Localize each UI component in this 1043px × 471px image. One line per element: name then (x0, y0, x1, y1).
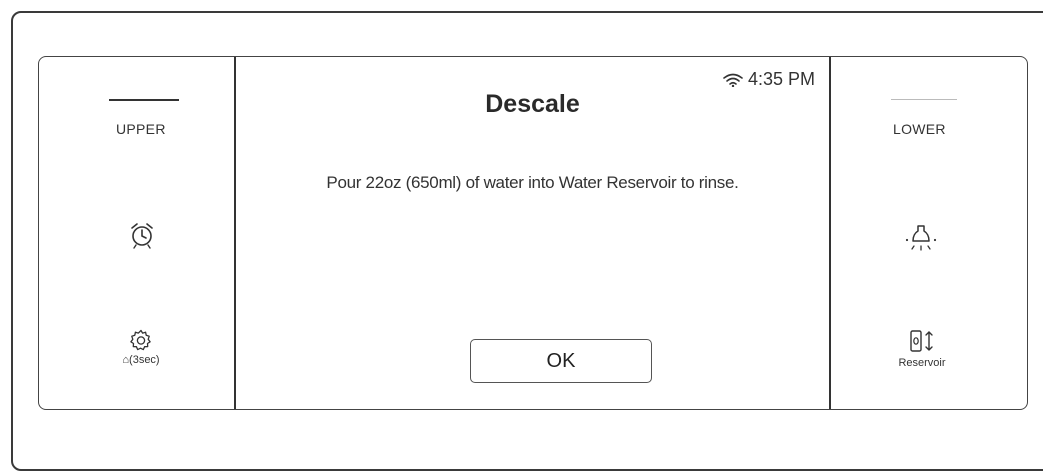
settings-button[interactable]: ⌂(3sec) (111, 323, 171, 371)
lower-indicator-line (891, 99, 957, 100)
lower-mode-button[interactable]: LOWER (893, 121, 946, 137)
alarm-button[interactable] (127, 220, 157, 250)
ok-button[interactable]: OK (470, 339, 652, 383)
lower-controls: LOWER Reservoir (831, 57, 1027, 409)
alarm-clock-icon (131, 223, 153, 249)
upper-controls: UPPER ⌂(3sec) (39, 57, 234, 409)
instruction-message: Pour 22oz (650ml) of water into Water Re… (326, 173, 739, 192)
reservoir-button[interactable]: Reservoir (886, 323, 958, 375)
wifi-icon (723, 73, 743, 87)
upper-indicator-line (109, 99, 179, 101)
reservoir-label: Reservoir (898, 357, 946, 369)
gear-icon (130, 329, 151, 351)
page-title: Descale (485, 90, 580, 118)
light-button[interactable] (904, 220, 938, 254)
status-bar: 4:35 PM (723, 69, 815, 90)
settings-lock-label: ⌂(3sec) (122, 354, 160, 366)
reservoir-icon (910, 330, 933, 352)
display-screen: 4:35 PM Descale Pour 22oz (650ml) of wat… (234, 57, 831, 409)
upper-mode-button[interactable]: UPPER (116, 121, 166, 137)
clock-time: 4:35 PM (747, 69, 815, 89)
light-bulb-icon (905, 225, 937, 251)
